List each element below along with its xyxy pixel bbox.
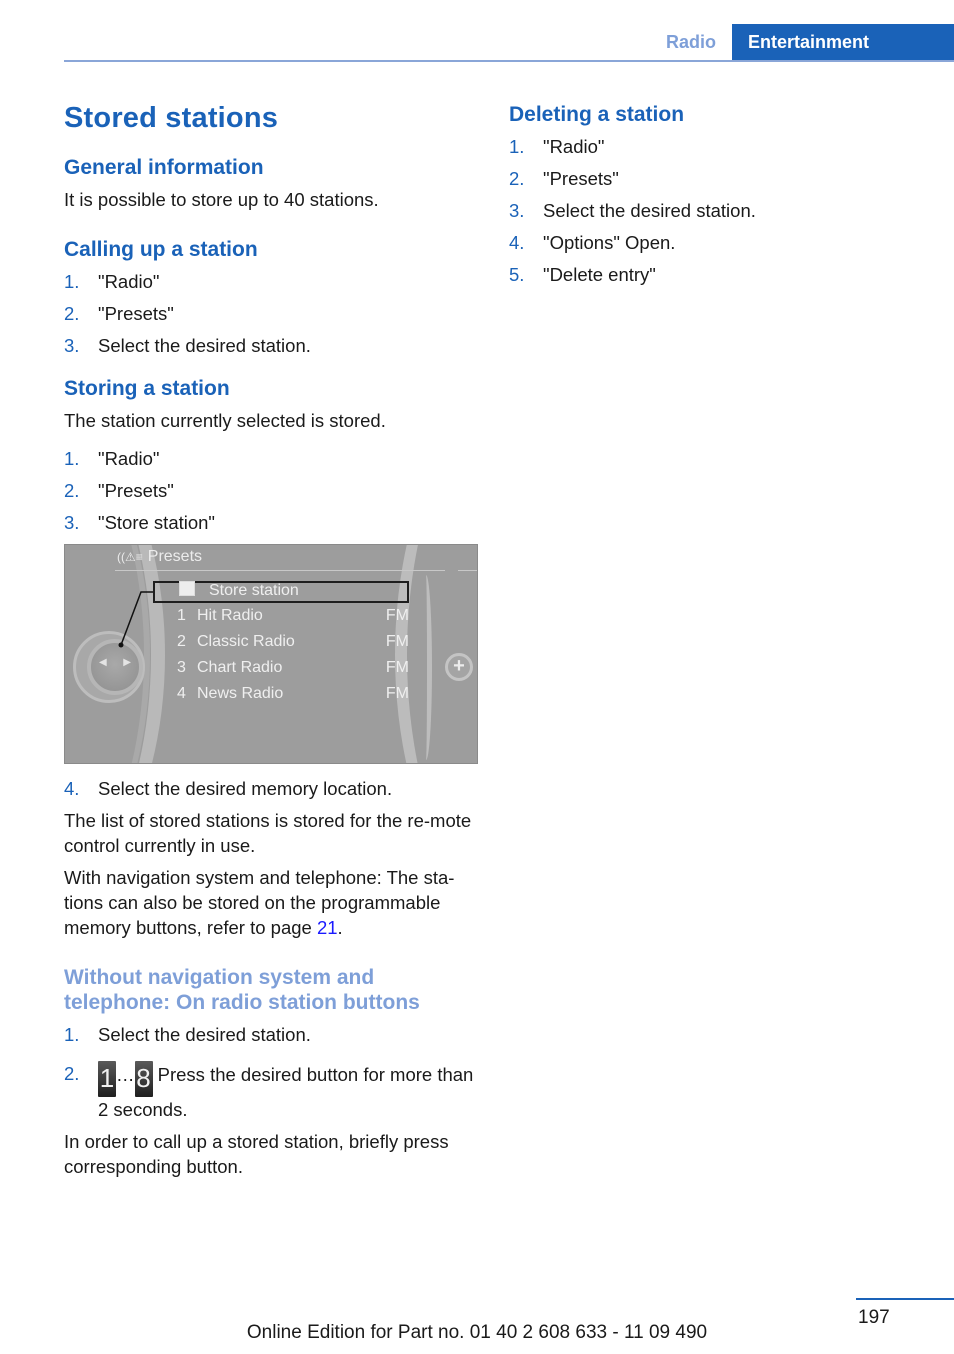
step-text: Select the desired memory location. [98, 778, 393, 799]
step-text: Select the desired station. [98, 335, 311, 356]
header-tab-entertainment[interactable]: Entertainment [732, 24, 954, 61]
step-number: 1. [64, 271, 80, 292]
step-number: 5. [509, 264, 525, 285]
step-text: Select the desired station. [543, 200, 756, 221]
section-calling: Calling up a station 1. "Radio" 2. "Preset… [64, 237, 480, 358]
step-text: "Delete entry" [543, 264, 656, 285]
header-tab-radio[interactable]: Radio [640, 24, 732, 60]
section-deleting: Deleting a station 1. "Radio" 2. "Presets"… [509, 102, 929, 287]
step-number: 3. [64, 335, 80, 356]
para-text: . [337, 917, 343, 938]
step-number: 4. [509, 232, 525, 253]
list-item: 3. Select the desired station. [509, 198, 929, 223]
storing-para-2: With navigation system and telephone: Th… [64, 865, 480, 940]
list-item: 1. Select the desired station. [64, 1022, 480, 1047]
list-item: 2. 1…8 Press the desired button for more … [64, 1061, 480, 1122]
section-storing: Storing a station The station currently … [64, 376, 480, 940]
steps-list: 4. Select the desired memory location. [64, 776, 480, 801]
steps-list: 1. "Radio" 2. "Presets" 3. Select the desir… [64, 269, 480, 358]
step-text: Select the desired station. [98, 1024, 311, 1045]
ellipsis: … [116, 1064, 135, 1085]
section-general: General information It is possible to st… [64, 155, 480, 212]
storing-para-1: The list of stored stations is stored fo… [64, 810, 472, 856]
station-button-8: 8 [134, 1061, 153, 1097]
without-nav-closing: In order to call up a stored station, br… [64, 1131, 449, 1177]
section-heading: Without navigation system and telephone:… [64, 966, 420, 1014]
section-heading: Storing a station [64, 377, 230, 400]
step-number: 1. [64, 448, 80, 469]
right-column: Deleting a station 1. "Radio" 2. "Presets"… [509, 96, 929, 294]
step-number: 1. [64, 1024, 80, 1045]
list-item: 2. "Presets" [64, 478, 480, 503]
step-text: "Presets" [98, 480, 174, 501]
para-text: With navigation system and telephone: Th… [64, 867, 455, 938]
list-item: 3. Select the desired station. [64, 333, 480, 358]
list-item: 3. "Store station" [64, 510, 480, 535]
step-text: "Presets" [543, 168, 619, 189]
page-title: Stored stations [64, 102, 279, 134]
step-number: 2. [64, 1063, 80, 1084]
station-button-1: 1 [98, 1061, 116, 1097]
step-text: "Presets" [98, 303, 174, 324]
step-text: "Radio" [98, 271, 160, 292]
header-divider [64, 60, 954, 62]
list-item: 5. "Delete entry" [509, 262, 929, 287]
section-without-nav: Without navigation system and telephone:… [64, 965, 480, 1179]
footer-edition: Online Edition for Part no. 01 40 2 608 … [246, 1322, 708, 1343]
list-item: 4. Select the desired memory location. [64, 776, 480, 801]
list-item: 2. "Presets" [509, 166, 929, 191]
storing-intro: The station currently selected is stored… [64, 410, 386, 431]
steps-list: 1. "Radio" 2. "Presets" 3. "Store station" [64, 446, 480, 535]
step-text: "Radio" [98, 448, 160, 469]
section-heading: General information [64, 156, 264, 179]
list-item: 2. "Presets" [64, 301, 480, 326]
step-number: 2. [509, 168, 525, 189]
list-item: 4. "Options" Open. [509, 230, 929, 255]
step-text: "Store station" [98, 512, 215, 533]
step-number: 3. [64, 512, 80, 533]
step-text: "Options" Open. [543, 232, 676, 253]
page-reference-link[interactable]: 21 [317, 917, 338, 938]
steps-list: 1. Select the desired station. 2. 1…8 Pres… [64, 1022, 480, 1122]
left-column: Stored stations General information It i… [64, 96, 480, 1179]
leader-line [118, 591, 153, 648]
footer-divider [856, 1298, 954, 1300]
step-number: 2. [64, 480, 80, 501]
list-item: 1. "Radio" [64, 269, 480, 294]
presets-screen-illustration: ((⚠≡ Presets Store station 1 Hit Radio FM 2… [64, 544, 478, 764]
section-heading: Deleting a station [509, 103, 685, 126]
steps-list: 1. "Radio" 2. "Presets" 3. Select the desir… [509, 134, 929, 287]
step-number: 4. [64, 778, 80, 799]
step-number: 2. [64, 303, 80, 324]
step-number: 3. [509, 200, 525, 221]
step-text: Press the desired button for more than 2… [98, 1064, 474, 1120]
list-item: 1. "Radio" [509, 134, 929, 159]
general-text: It is possible to store up to 40 station… [64, 189, 379, 210]
step-text: "Radio" [543, 136, 605, 157]
step-number: 1. [509, 136, 525, 157]
section-heading: Calling up a station [64, 238, 258, 261]
list-item: 1. "Radio" [64, 446, 480, 471]
